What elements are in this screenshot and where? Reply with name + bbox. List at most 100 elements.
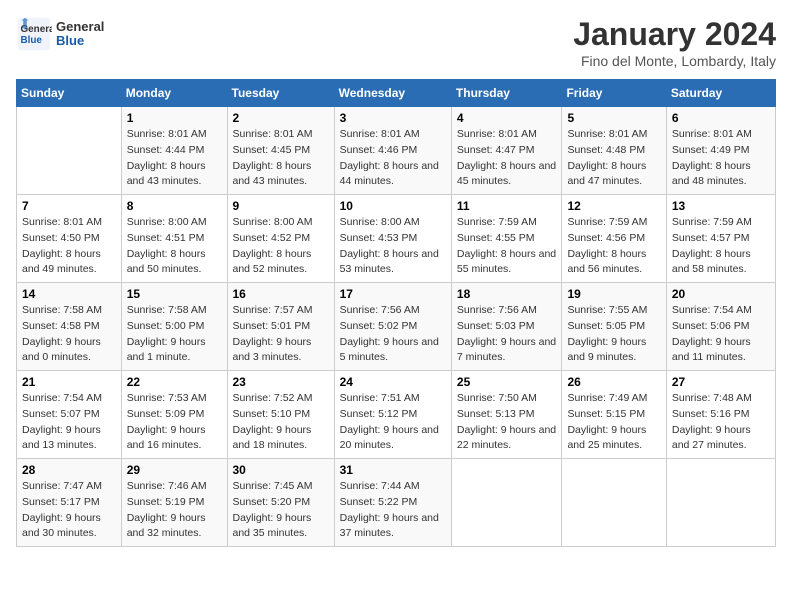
sunrise-info: Sunrise: 7:55 AM [567, 304, 647, 316]
logo-icon: General Blue [16, 16, 52, 52]
sunset-info: Sunset: 5:15 PM [567, 408, 645, 420]
sunset-info: Sunset: 5:12 PM [340, 408, 418, 420]
sunset-info: Sunset: 5:09 PM [127, 408, 205, 420]
daylight-info: Daylight: 8 hours and 43 minutes. [233, 160, 312, 188]
calendar-cell: 16 Sunrise: 7:57 AM Sunset: 5:01 PM Dayl… [227, 283, 334, 371]
daylight-info: Daylight: 9 hours and 7 minutes. [457, 336, 556, 364]
month-title: January 2024 [573, 16, 776, 53]
column-header-friday: Friday [562, 80, 666, 107]
day-number: 29 [127, 463, 222, 477]
calendar-cell: 29 Sunrise: 7:46 AM Sunset: 5:19 PM Dayl… [121, 459, 227, 547]
calendar-cell: 28 Sunrise: 7:47 AM Sunset: 5:17 PM Dayl… [17, 459, 122, 547]
calendar-cell [562, 459, 666, 547]
calendar-cell: 4 Sunrise: 8:01 AM Sunset: 4:47 PM Dayli… [451, 107, 562, 195]
day-number: 31 [340, 463, 446, 477]
calendar-cell: 1 Sunrise: 8:01 AM Sunset: 4:44 PM Dayli… [121, 107, 227, 195]
daylight-info: Daylight: 8 hours and 52 minutes. [233, 248, 312, 276]
calendar-cell: 27 Sunrise: 7:48 AM Sunset: 5:16 PM Dayl… [666, 371, 775, 459]
calendar-cell: 17 Sunrise: 7:56 AM Sunset: 5:02 PM Dayl… [334, 283, 451, 371]
sunset-info: Sunset: 5:19 PM [127, 496, 205, 508]
calendar-week-row: 21 Sunrise: 7:54 AM Sunset: 5:07 PM Dayl… [17, 371, 776, 459]
sunset-info: Sunset: 4:47 PM [457, 144, 535, 156]
calendar-cell: 13 Sunrise: 7:59 AM Sunset: 4:57 PM Dayl… [666, 195, 775, 283]
daylight-info: Daylight: 9 hours and 20 minutes. [340, 424, 439, 452]
daylight-info: Daylight: 8 hours and 48 minutes. [672, 160, 751, 188]
calendar-cell: 5 Sunrise: 8:01 AM Sunset: 4:48 PM Dayli… [562, 107, 666, 195]
sunrise-info: Sunrise: 8:01 AM [672, 128, 752, 140]
logo: General Blue General Blue [16, 16, 104, 52]
calendar-table: SundayMondayTuesdayWednesdayThursdayFrid… [16, 79, 776, 547]
sunset-info: Sunset: 4:56 PM [567, 232, 645, 244]
calendar-cell [451, 459, 562, 547]
calendar-cell: 20 Sunrise: 7:54 AM Sunset: 5:06 PM Dayl… [666, 283, 775, 371]
calendar-cell: 12 Sunrise: 7:59 AM Sunset: 4:56 PM Dayl… [562, 195, 666, 283]
column-header-sunday: Sunday [17, 80, 122, 107]
calendar-cell: 6 Sunrise: 8:01 AM Sunset: 4:49 PM Dayli… [666, 107, 775, 195]
calendar-cell: 24 Sunrise: 7:51 AM Sunset: 5:12 PM Dayl… [334, 371, 451, 459]
day-number: 17 [340, 287, 446, 301]
daylight-info: Daylight: 9 hours and 5 minutes. [340, 336, 439, 364]
calendar-cell [666, 459, 775, 547]
daylight-info: Daylight: 9 hours and 35 minutes. [233, 512, 312, 540]
daylight-info: Daylight: 9 hours and 9 minutes. [567, 336, 646, 364]
day-number: 13 [672, 199, 770, 213]
calendar-cell: 23 Sunrise: 7:52 AM Sunset: 5:10 PM Dayl… [227, 371, 334, 459]
daylight-info: Daylight: 9 hours and 1 minute. [127, 336, 206, 364]
sunset-info: Sunset: 5:02 PM [340, 320, 418, 332]
sunrise-info: Sunrise: 7:48 AM [672, 392, 752, 404]
daylight-info: Daylight: 8 hours and 58 minutes. [672, 248, 751, 276]
calendar-cell: 26 Sunrise: 7:49 AM Sunset: 5:15 PM Dayl… [562, 371, 666, 459]
sunset-info: Sunset: 4:49 PM [672, 144, 750, 156]
daylight-info: Daylight: 9 hours and 11 minutes. [672, 336, 751, 364]
sunrise-info: Sunrise: 7:50 AM [457, 392, 537, 404]
day-number: 16 [233, 287, 329, 301]
title-block: January 2024 Fino del Monte, Lombardy, I… [573, 16, 776, 69]
page-header: General Blue General Blue January 2024 F… [16, 16, 776, 69]
calendar-header-row: SundayMondayTuesdayWednesdayThursdayFrid… [17, 80, 776, 107]
daylight-info: Daylight: 9 hours and 32 minutes. [127, 512, 206, 540]
column-header-thursday: Thursday [451, 80, 562, 107]
sunrise-info: Sunrise: 7:52 AM [233, 392, 313, 404]
calendar-cell: 9 Sunrise: 8:00 AM Sunset: 4:52 PM Dayli… [227, 195, 334, 283]
day-number: 9 [233, 199, 329, 213]
calendar-week-row: 7 Sunrise: 8:01 AM Sunset: 4:50 PM Dayli… [17, 195, 776, 283]
sunset-info: Sunset: 5:03 PM [457, 320, 535, 332]
calendar-cell: 30 Sunrise: 7:45 AM Sunset: 5:20 PM Dayl… [227, 459, 334, 547]
daylight-info: Daylight: 8 hours and 45 minutes. [457, 160, 556, 188]
calendar-cell: 21 Sunrise: 7:54 AM Sunset: 5:07 PM Dayl… [17, 371, 122, 459]
sunset-info: Sunset: 4:50 PM [22, 232, 100, 244]
sunset-info: Sunset: 4:44 PM [127, 144, 205, 156]
sunrise-info: Sunrise: 8:01 AM [233, 128, 313, 140]
sunrise-info: Sunrise: 7:58 AM [22, 304, 102, 316]
sunset-info: Sunset: 5:17 PM [22, 496, 100, 508]
day-number: 3 [340, 111, 446, 125]
day-number: 8 [127, 199, 222, 213]
day-number: 23 [233, 375, 329, 389]
location-subtitle: Fino del Monte, Lombardy, Italy [573, 53, 776, 69]
sunrise-info: Sunrise: 8:01 AM [567, 128, 647, 140]
day-number: 30 [233, 463, 329, 477]
sunset-info: Sunset: 5:01 PM [233, 320, 311, 332]
daylight-info: Daylight: 8 hours and 55 minutes. [457, 248, 556, 276]
daylight-info: Daylight: 9 hours and 3 minutes. [233, 336, 312, 364]
daylight-info: Daylight: 9 hours and 16 minutes. [127, 424, 206, 452]
sunrise-info: Sunrise: 7:58 AM [127, 304, 207, 316]
sunrise-info: Sunrise: 8:00 AM [233, 216, 313, 228]
sunrise-info: Sunrise: 8:01 AM [127, 128, 207, 140]
daylight-info: Daylight: 8 hours and 47 minutes. [567, 160, 646, 188]
sunset-info: Sunset: 4:45 PM [233, 144, 311, 156]
sunset-info: Sunset: 5:22 PM [340, 496, 418, 508]
sunset-info: Sunset: 4:58 PM [22, 320, 100, 332]
sunrise-info: Sunrise: 7:53 AM [127, 392, 207, 404]
daylight-info: Daylight: 9 hours and 0 minutes. [22, 336, 101, 364]
calendar-week-row: 14 Sunrise: 7:58 AM Sunset: 4:58 PM Dayl… [17, 283, 776, 371]
column-header-wednesday: Wednesday [334, 80, 451, 107]
sunrise-info: Sunrise: 8:00 AM [127, 216, 207, 228]
calendar-week-row: 1 Sunrise: 8:01 AM Sunset: 4:44 PM Dayli… [17, 107, 776, 195]
daylight-info: Daylight: 8 hours and 49 minutes. [22, 248, 101, 276]
day-number: 20 [672, 287, 770, 301]
sunset-info: Sunset: 4:46 PM [340, 144, 418, 156]
calendar-cell: 22 Sunrise: 7:53 AM Sunset: 5:09 PM Dayl… [121, 371, 227, 459]
sunrise-info: Sunrise: 7:45 AM [233, 480, 313, 492]
sunset-info: Sunset: 4:52 PM [233, 232, 311, 244]
